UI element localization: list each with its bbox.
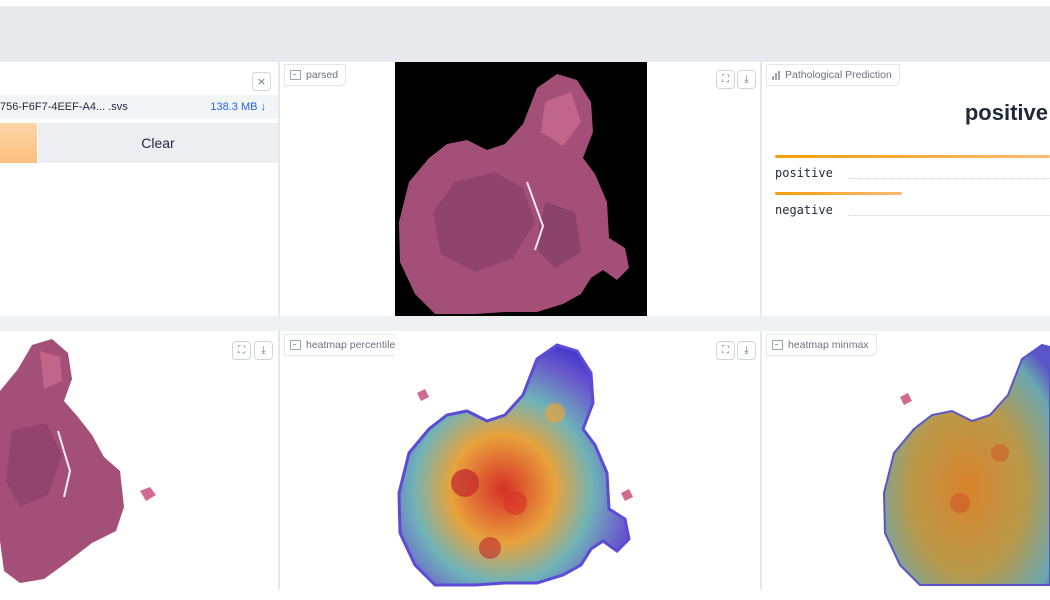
divider xyxy=(278,331,280,589)
download-icon[interactable]: ⤓ xyxy=(737,341,756,360)
heatmap-percentile-image xyxy=(395,333,647,587)
download-icon[interactable]: ⤓ xyxy=(254,341,273,360)
heatmap-percentile-label: heatmap percentile xyxy=(284,334,404,356)
row-separator xyxy=(0,316,1050,331)
parsed-label: parsed xyxy=(284,64,347,86)
original-image xyxy=(0,331,165,586)
confidence-bar-negative xyxy=(775,192,902,195)
top-bar xyxy=(0,6,1050,62)
download-icon[interactable]: ⤓ xyxy=(737,70,756,89)
divider xyxy=(278,62,280,316)
file-name: 756-F6F7-4EEF-A4... .svs xyxy=(0,101,128,113)
fullscreen-icon[interactable]: ⛶ xyxy=(716,70,735,89)
submit-button[interactable] xyxy=(0,123,37,163)
file-row: 756-F6F7-4EEF-A4... .svs 138.3 MB ↓ xyxy=(0,95,278,119)
prediction-label: Pathological Prediction xyxy=(766,64,900,86)
close-icon[interactable]: × xyxy=(252,72,271,91)
divider xyxy=(760,62,762,316)
fullscreen-icon[interactable]: ⛶ xyxy=(716,341,735,360)
file-size-download-link[interactable]: 138.3 MB ↓ xyxy=(210,101,266,113)
class-label-positive: positive xyxy=(775,166,833,180)
parsed-image xyxy=(395,62,647,316)
dotted-leader xyxy=(848,215,1050,216)
fullscreen-icon[interactable]: ⛶ xyxy=(232,341,251,360)
predicted-class: positive xyxy=(964,100,1048,125)
parsed-label-text: parsed xyxy=(306,69,339,81)
bar-chart-icon xyxy=(772,70,780,80)
image-icon xyxy=(290,70,301,80)
clear-button[interactable]: Clear xyxy=(38,123,278,163)
image-icon xyxy=(290,340,301,350)
class-label-negative: negative xyxy=(775,203,833,217)
dotted-leader xyxy=(848,178,1050,179)
confidence-bar-positive xyxy=(775,155,1050,158)
heatmap-percentile-label-text: heatmap percentile xyxy=(306,339,396,351)
heatmap-minmax-label: heatmap minmax xyxy=(766,334,877,356)
heatmap-minmax-label-text: heatmap minmax xyxy=(788,339,869,351)
image-icon xyxy=(772,340,783,350)
heatmap-minmax-image xyxy=(880,333,1050,587)
divider xyxy=(760,331,762,589)
prediction-label-text: Pathological Prediction xyxy=(785,69,892,81)
